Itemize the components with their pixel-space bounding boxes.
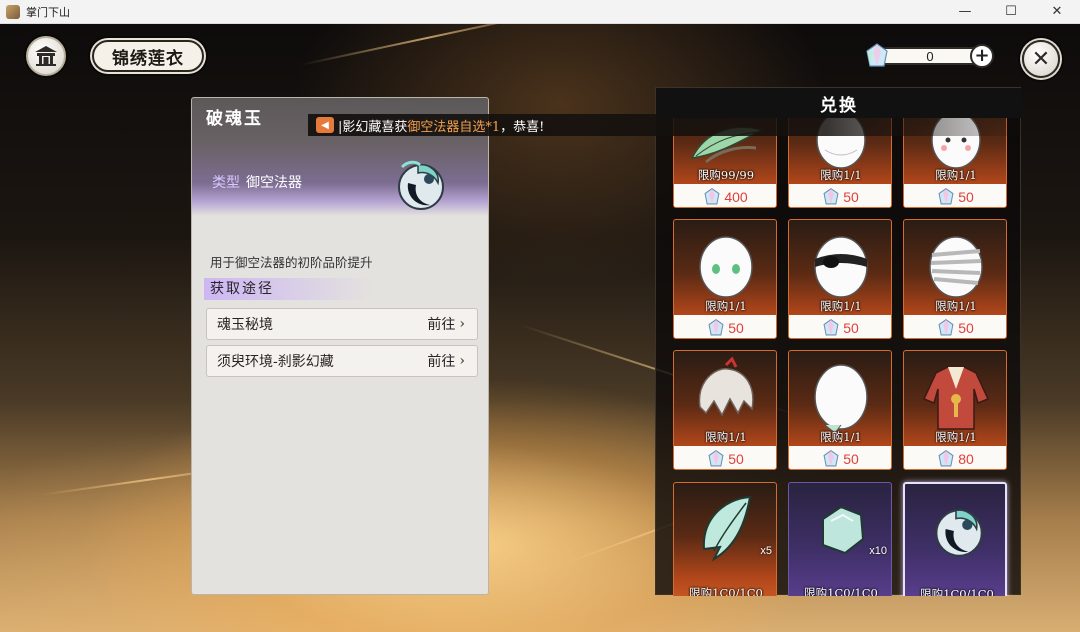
speaker-icon: ◀: [316, 117, 334, 133]
price-tag: 80: [904, 446, 1006, 469]
soul-jade-icon: [905, 484, 1005, 576]
crystal-icon: [938, 187, 954, 204]
shop-card[interactable]: 限购1/1 50: [788, 350, 892, 470]
source-route-item[interactable]: 魂玉秘境 前往 ›: [206, 308, 478, 340]
item-description: 用于御空法器的初阶品阶提升: [210, 255, 373, 270]
crystal-icon: [938, 449, 954, 466]
purchase-limit: 限购1/1: [935, 168, 977, 182]
minimize-button[interactable]: —: [942, 0, 988, 24]
window-close-button[interactable]: ✕: [1034, 0, 1080, 24]
window-title: 掌门下山: [26, 6, 70, 19]
crystal-icon: [708, 318, 724, 335]
close-button[interactable]: ✕: [1022, 40, 1060, 78]
item-name: 破魂玉: [206, 109, 263, 129]
price-tag: 50: [904, 315, 1006, 338]
shop-card[interactable]: x5 限购1C0/1C0: [673, 482, 777, 596]
shop-card[interactable]: x10 限购1C0/1C0: [788, 482, 892, 596]
purchase-limit: 限购1C0/1C0: [920, 587, 994, 596]
soul-jade-icon: [398, 160, 444, 210]
route-go-label: 前往: [427, 354, 456, 370]
route-name: 魂玉秘境: [217, 317, 273, 333]
chevron-right-icon: ›: [459, 316, 465, 332]
crystal-icon: [823, 187, 839, 204]
shop-card[interactable]: 限购1/1 50: [673, 219, 777, 339]
crystal-icon: [704, 187, 720, 204]
shop-card[interactable]: 限购1/1 50: [673, 350, 777, 470]
route-name: 须臾环境-刹影幻藏: [217, 354, 334, 370]
price-value: 50: [958, 188, 974, 205]
pavilion-icon: [35, 46, 57, 66]
price-value: 50: [843, 450, 859, 467]
purchase-limit: 限购99/99: [697, 168, 755, 182]
shop-card[interactable]: 限购1/1 80: [903, 350, 1007, 470]
home-button[interactable]: [26, 36, 66, 76]
price-value: 50: [843, 188, 859, 205]
price-tag: 50: [789, 315, 891, 338]
purchase-limit: 限购1/1: [820, 430, 862, 444]
crystal-icon: [823, 449, 839, 466]
price-value: 80: [958, 450, 974, 467]
broadcast-prefix: |影幻藏喜获: [338, 119, 408, 135]
purchase-limit: 限购1C0/1C0: [804, 586, 878, 596]
price-value: 50: [728, 450, 744, 467]
app-icon: [6, 4, 20, 19]
price-value: 400: [724, 188, 748, 205]
price-value: 50: [958, 319, 974, 336]
item-quantity: x5: [760, 545, 772, 557]
exchange-title: 兑换: [656, 88, 1022, 118]
shop-card[interactable]: 限购1/1 50: [788, 219, 892, 339]
crystal-icon: [823, 318, 839, 335]
jade-stone-icon: [789, 483, 891, 575]
purchase-limit: 限购1/1: [935, 299, 977, 313]
currency-amount: 0: [882, 47, 978, 65]
window-titlebar: 掌门下山 — ☐ ✕: [0, 0, 1080, 24]
price-tag: 50: [904, 184, 1006, 207]
currency-display: 0 +: [866, 43, 996, 69]
price-tag: 50: [789, 446, 891, 469]
crystal-icon: [866, 43, 888, 67]
source-section-title: 获取途径: [204, 278, 374, 300]
shop-card[interactable]: 限购1/1 50: [903, 219, 1007, 339]
light-streak: [299, 24, 555, 66]
price-tag: 50: [674, 446, 776, 469]
item-type: 类型 御空法器: [212, 172, 302, 192]
source-route-item[interactable]: 须臾环境-刹影幻藏 前往 ›: [206, 345, 478, 377]
item-type-value: 御空法器: [246, 175, 302, 191]
maximize-button[interactable]: ☐: [988, 0, 1034, 24]
route-go-label: 前往: [427, 317, 456, 333]
broadcast-highlight: 御空法器自选*1: [407, 119, 501, 135]
price-tag: 400: [674, 184, 776, 207]
crystal-icon: [938, 318, 954, 335]
purchase-limit: 限购1/1: [820, 168, 862, 182]
item-type-key: 类型: [212, 175, 240, 191]
price-tag: 50: [789, 184, 891, 207]
add-currency-button[interactable]: +: [970, 44, 994, 68]
price-value: 50: [843, 319, 859, 336]
item-quantity: x10: [869, 545, 887, 557]
broadcast-suffix: ，恭喜!: [500, 119, 545, 135]
page-title: 锦绣莲衣: [92, 40, 204, 72]
price-value: 50: [728, 319, 744, 336]
purchase-limit: 限购1C0/1C0: [689, 586, 763, 596]
exchange-grid[interactable]: 限购99/99 400 限购1/1 50 限购1/1 50 限购1/1 50 限…: [656, 118, 1022, 596]
item-detail-panel: 破魂玉 类型 御空法器 用于御空法器的初阶品阶提升 获取途径 魂玉秘境 前往 › …: [191, 97, 489, 595]
shop-card-selected[interactable]: 限购1C0/1C0: [903, 482, 1007, 596]
purchase-limit: 限购1/1: [705, 430, 747, 444]
price-tag: 50: [674, 315, 776, 338]
jade-leaf-icon: [674, 483, 776, 575]
purchase-limit: 限购1/1: [705, 299, 747, 313]
exchange-panel: 兑换 限购99/99 400 限购1/1 50 限购1/1 50 限购1/1 5…: [655, 87, 1022, 596]
purchase-limit: 限购1/1: [935, 430, 977, 444]
purchase-limit: 限购1/1: [820, 299, 862, 313]
crystal-icon: [708, 449, 724, 466]
chevron-right-icon: ›: [459, 353, 465, 369]
